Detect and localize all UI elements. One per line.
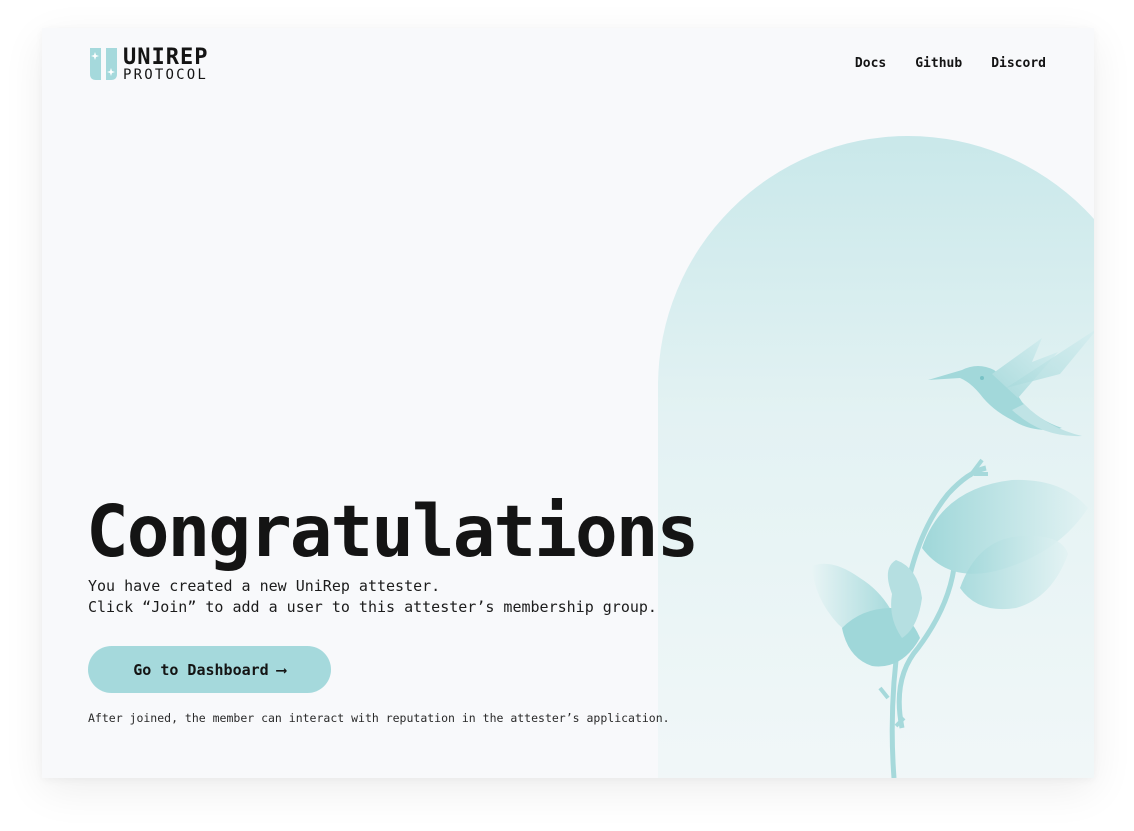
logo-title: UNIREP: [123, 44, 209, 70]
page-title: Congratulations: [86, 490, 699, 573]
top-nav: Docs Github Discord: [855, 56, 1046, 71]
go-to-dashboard-button[interactable]: Go to Dashboard ⟶: [88, 646, 331, 693]
nav-link-github[interactable]: Github: [915, 56, 962, 71]
hummingbird-illustration: [928, 330, 1094, 437]
hero-line-2: Click “Join” to add a user to this attes…: [88, 598, 657, 616]
hero-line-1: You have created a new UniRep attester.: [88, 577, 441, 595]
arrow-right-icon: ⟶: [276, 660, 286, 679]
go-to-dashboard-label: Go to Dashboard: [133, 660, 269, 679]
unirep-logo[interactable]: UNIREP PROTOCOL: [88, 45, 228, 83]
hero-description: You have created a new UniRep attester. …: [88, 576, 657, 618]
nav-link-docs[interactable]: Docs: [855, 56, 886, 71]
nav-link-discord[interactable]: Discord: [991, 56, 1046, 71]
unirep-logo-icon: [90, 48, 117, 80]
hummingbird-plant-illustration: [812, 330, 1094, 778]
logo-subtitle: PROTOCOL: [123, 66, 209, 83]
membership-note: After joined, the member can interact wi…: [88, 711, 670, 725]
plant-illustration: [812, 479, 1088, 667]
app-window: UNIREP PROTOCOL Docs Github Discord Cong…: [42, 28, 1094, 778]
